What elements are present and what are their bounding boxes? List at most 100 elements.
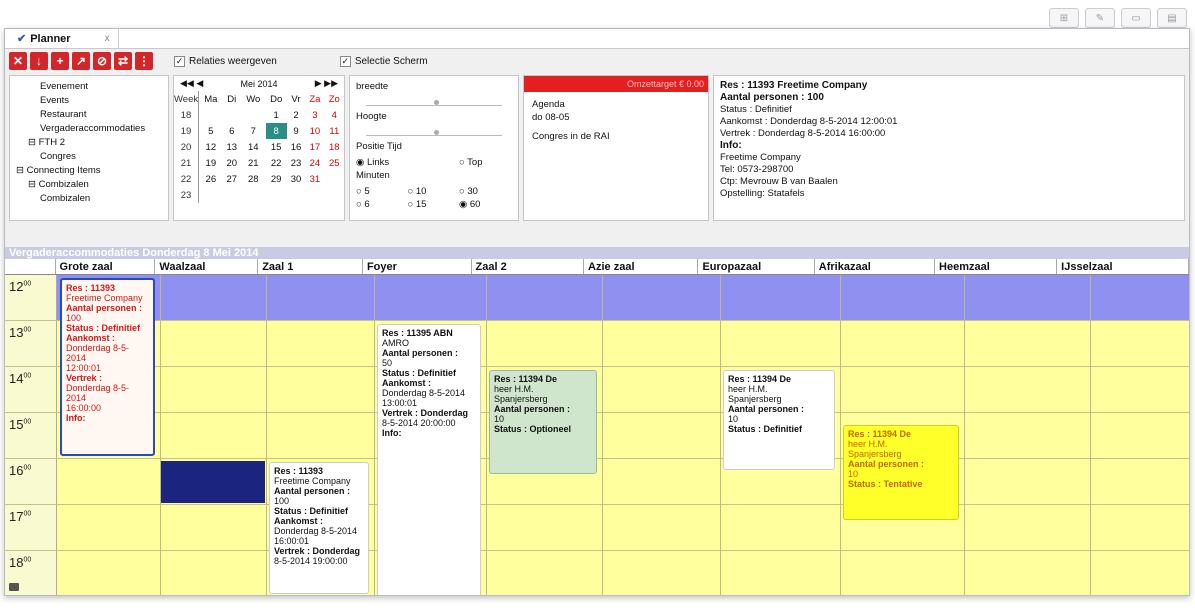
min-60-radio[interactable]: ◉ 60 [459, 198, 510, 211]
more-button[interactable]: ⋮ [135, 52, 153, 70]
swap-button[interactable]: ⇄ [114, 52, 132, 70]
tab-planner[interactable]: ✔ Planner x [9, 29, 119, 49]
column-header[interactable]: Waalzaal [155, 259, 259, 274]
column-header[interactable]: Azie zaal [584, 259, 699, 274]
calendar-day[interactable] [305, 187, 324, 203]
hour-row[interactable]: 1300 [5, 321, 1189, 367]
next-month-icon[interactable]: ▶ ▶▶ [315, 78, 338, 89]
breedte-slider[interactable] [366, 96, 502, 106]
column-header[interactable]: Afrikazaal [815, 259, 936, 274]
min-6-radio[interactable]: ○ 6 [356, 198, 407, 211]
calendar-day[interactable]: 19 [199, 155, 223, 171]
calendar-day[interactable]: 10 [305, 123, 324, 139]
selectie-checkbox[interactable]: ✓ Selectie Scherm [339, 55, 428, 67]
calendar-day[interactable]: 4 [325, 107, 344, 123]
calendar-day[interactable]: 31 [305, 171, 324, 187]
cancel-button[interactable]: ⊘ [93, 52, 111, 70]
calendar-day[interactable] [241, 107, 266, 123]
calendar-day[interactable] [241, 187, 266, 203]
hour-row[interactable]: 1800 [5, 551, 1189, 595]
calendar-day[interactable]: 18 [325, 139, 344, 155]
calendar-day[interactable]: 8 [265, 123, 287, 139]
min-15-radio[interactable]: ○ 15 [407, 198, 458, 211]
tree-item[interactable]: Events [12, 94, 166, 108]
prev-year-icon[interactable]: ◀◀ ◀ [180, 78, 203, 89]
tree-item[interactable]: ⊟ FTH 2 [12, 136, 166, 150]
calendar-day[interactable] [199, 107, 223, 123]
delete-button[interactable]: ✕ [9, 52, 27, 70]
calendar-day[interactable] [287, 187, 305, 203]
column-header[interactable]: Grote zaal [56, 259, 156, 274]
calendar-day[interactable] [199, 187, 223, 203]
column-header[interactable]: Foyer [363, 259, 472, 274]
column-header[interactable]: Europazaal [698, 259, 815, 274]
links-radio[interactable]: ◉ Links [356, 156, 407, 169]
column-header[interactable]: Heemzaal [935, 259, 1058, 274]
min-30-radio[interactable]: ○ 30 [459, 185, 510, 198]
calendar-day[interactable]: 1 [266, 107, 287, 123]
edit-button[interactable]: ✎ [1085, 8, 1115, 28]
relaties-checkbox[interactable]: ✓ Relaties weergeven [174, 55, 277, 67]
calendar-day[interactable]: 25 [325, 155, 344, 171]
hour-row[interactable]: 1700 [5, 505, 1189, 551]
calendar-day[interactable]: 12 [199, 139, 223, 155]
calendar-day[interactable]: 13 [223, 139, 241, 155]
calendar-day[interactable]: 27 [223, 171, 241, 187]
calendar-day[interactable]: 11 [325, 123, 344, 139]
calendar-day[interactable]: 24 [305, 155, 324, 171]
calendar-day[interactable]: 23 [287, 155, 305, 171]
tree-item[interactable]: ⊟ Combizalen [12, 178, 166, 192]
top-radio[interactable]: ○ Top [459, 156, 510, 169]
calendar-day[interactable]: 6 [223, 123, 241, 139]
calendar-day[interactable]: 21 [241, 155, 266, 171]
resource-tree[interactable]: Evenement Events Restaurant Vergaderaccommo… [9, 75, 169, 221]
column-header[interactable]: Zaal 2 [472, 259, 585, 274]
reservation-card[interactable]: Res : 11394 De heer H.M. Spanjersberg Aanta… [723, 370, 835, 470]
calendar-day[interactable]: 7 [241, 123, 266, 139]
maximize-button[interactable]: ▤ [1157, 8, 1187, 28]
calendar-day[interactable] [223, 187, 241, 203]
grid-view-button[interactable]: ⊞ [1049, 8, 1079, 28]
calendar-day[interactable]: 22 [266, 155, 287, 171]
calendar-day[interactable]: 2 [287, 107, 305, 123]
calendar-day[interactable]: 15 [266, 139, 287, 155]
calendar-day[interactable]: 3 [305, 107, 324, 123]
tree-item[interactable]: Vergaderaccommodaties [12, 122, 166, 136]
hour-row[interactable]: 1400 [5, 367, 1189, 413]
download-button[interactable]: ↓ [30, 52, 48, 70]
reservation-card[interactable]: Res : 11394 De heer H.M. Spanjersberg Aanta… [489, 370, 597, 475]
hoogte-slider[interactable] [366, 126, 502, 136]
hour-row[interactable]: 1500 [5, 413, 1189, 459]
tree-item[interactable]: Combizalen [12, 192, 166, 206]
minimize-button[interactable]: ▭ [1121, 8, 1151, 28]
booking-block[interactable] [161, 461, 265, 503]
calendar-day[interactable] [223, 107, 241, 123]
min-5-radio[interactable]: ○ 5 [356, 185, 407, 198]
calendar-day[interactable]: 14 [241, 139, 266, 155]
reservation-card[interactable]: Res : 11393 Freetime Company Aantal person… [60, 278, 155, 456]
calendar-day[interactable]: 20 [223, 155, 241, 171]
calendar-day[interactable]: 16 [287, 139, 305, 155]
tree-item[interactable]: Restaurant [12, 108, 166, 122]
calendar-day[interactable]: 29 [266, 171, 287, 187]
calendar-day[interactable] [266, 187, 287, 203]
reservation-card[interactable]: Res : 11394 De heer H.M. Spanjersberg Aanta… [843, 425, 959, 521]
open-button[interactable]: ↗ [72, 52, 90, 70]
tree-item[interactable]: Congres [12, 150, 166, 164]
column-header[interactable]: IJsselzaal [1057, 259, 1189, 274]
calendar-day[interactable]: 5 [199, 123, 223, 139]
column-header[interactable]: Zaal 1 [258, 259, 363, 274]
reservation-card[interactable]: Res : 11393 Freetime Company Aantal person… [269, 462, 369, 594]
calendar-day[interactable]: 28 [241, 171, 266, 187]
tab-close-icon[interactable]: x [105, 33, 110, 44]
agenda-item[interactable]: Congres in de RAI [532, 130, 700, 143]
tree-item[interactable]: ⊟ Connecting Items [12, 164, 166, 178]
calendar-day[interactable]: 30 [287, 171, 305, 187]
hour-row[interactable]: 1200 [5, 275, 1189, 321]
calendar-day[interactable]: 9 [287, 123, 305, 139]
calendar-day[interactable] [325, 171, 344, 187]
calendar-day[interactable]: 17 [305, 139, 324, 155]
corner-icon[interactable] [9, 583, 19, 591]
min-10-radio[interactable]: ○ 10 [407, 185, 458, 198]
reservation-card[interactable]: Res : 11395 ABN AMRO Aantal personen :50 St… [377, 324, 481, 595]
